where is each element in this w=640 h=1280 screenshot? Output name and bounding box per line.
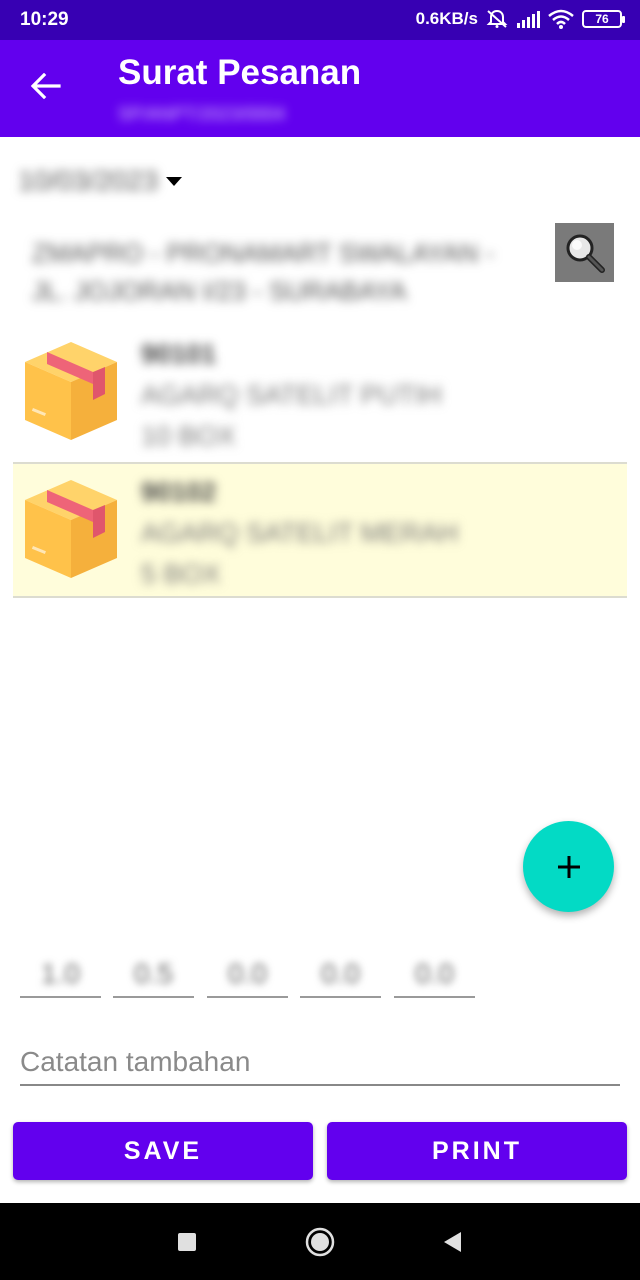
package-box-icon (25, 480, 117, 578)
customer-line-2: JL. JOJORAN I/23 - SURABAYA (32, 276, 407, 306)
back-button[interactable] (26, 66, 66, 106)
item-qty: 5 BOX (141, 559, 221, 589)
mute-icon (486, 9, 508, 29)
triangle-back-icon (444, 1232, 461, 1252)
package-box-icon (25, 342, 117, 440)
discount-value: 0.0 (415, 958, 454, 989)
list-item[interactable]: 90101 AGARQ SATELIT PUTIH 10 BOX (13, 326, 627, 462)
date-value: 10/03/2023 (18, 165, 159, 196)
list-item-selected[interactable]: 90102 AGARQ SATELIT MERAH 5 BOX (13, 462, 627, 598)
discount-value: 0.0 (228, 958, 267, 989)
customer-info: ZMAPRO - PRONAMART SWALAYAN - JL. JOJORA… (32, 234, 532, 310)
page-title: Surat Pesanan (118, 53, 362, 92)
dropdown-arrow-icon (166, 176, 183, 186)
status-icons: 0.6KB/s 76 (415, 9, 625, 29)
customer-line-1: ZMAPRO - PRONAMART SWALAYAN - (32, 238, 495, 268)
plus-icon (557, 855, 580, 878)
item-code: 90102 (141, 477, 217, 507)
discount-field-4[interactable]: 0.0 (300, 952, 381, 998)
status-time: 10:29 (20, 9, 69, 30)
discount-value: 0.0 (321, 958, 360, 989)
square-icon (178, 1233, 196, 1251)
signal-icon (516, 10, 540, 28)
discount-field-2[interactable]: 0.5 (113, 952, 194, 998)
discount-field-5[interactable]: 0.0 (394, 952, 475, 998)
discount-value: 0.5 (134, 958, 173, 989)
recents-button[interactable] (172, 1227, 202, 1257)
back-nav-button[interactable] (437, 1227, 467, 1257)
discount-field-1[interactable]: 1.0 (20, 952, 101, 998)
page-subtitle: SP/ANPT/2023/0004 (118, 104, 286, 124)
discount-value: 1.0 (41, 958, 80, 989)
add-item-button[interactable] (523, 821, 614, 912)
save-button[interactable]: SAVE (13, 1122, 313, 1180)
circle-home-icon (305, 1227, 335, 1257)
item-code: 90101 (141, 339, 217, 369)
status-bar: 10:29 0.6KB/s 76 (0, 0, 640, 40)
item-details: 90102 AGARQ SATELIT MERAH 5 BOX (141, 472, 458, 595)
discount-field-3[interactable]: 0.0 (207, 952, 288, 998)
note-input[interactable] (20, 1040, 620, 1086)
date-spinner[interactable]: 10/03/2023 (18, 165, 183, 197)
home-button[interactable] (305, 1227, 335, 1257)
wifi-icon (548, 9, 574, 29)
item-details: 90101 AGARQ SATELIT PUTIH 10 BOX (141, 334, 442, 457)
battery-icon: 76 (582, 10, 625, 28)
item-name: AGARQ SATELIT PUTIH (141, 380, 442, 410)
item-qty: 10 BOX (141, 421, 236, 451)
search-customer-button[interactable] (555, 223, 614, 282)
item-name: AGARQ SATELIT MERAH (141, 518, 459, 548)
network-speed: 0.6KB/s (415, 9, 478, 28)
app-bar: Surat Pesanan SP/ANPT/2023/0004 (0, 40, 640, 137)
arrow-left-icon (31, 73, 61, 99)
magnifier-icon (566, 234, 605, 273)
print-button[interactable]: PRINT (327, 1122, 627, 1180)
system-nav-bar (0, 1203, 640, 1280)
